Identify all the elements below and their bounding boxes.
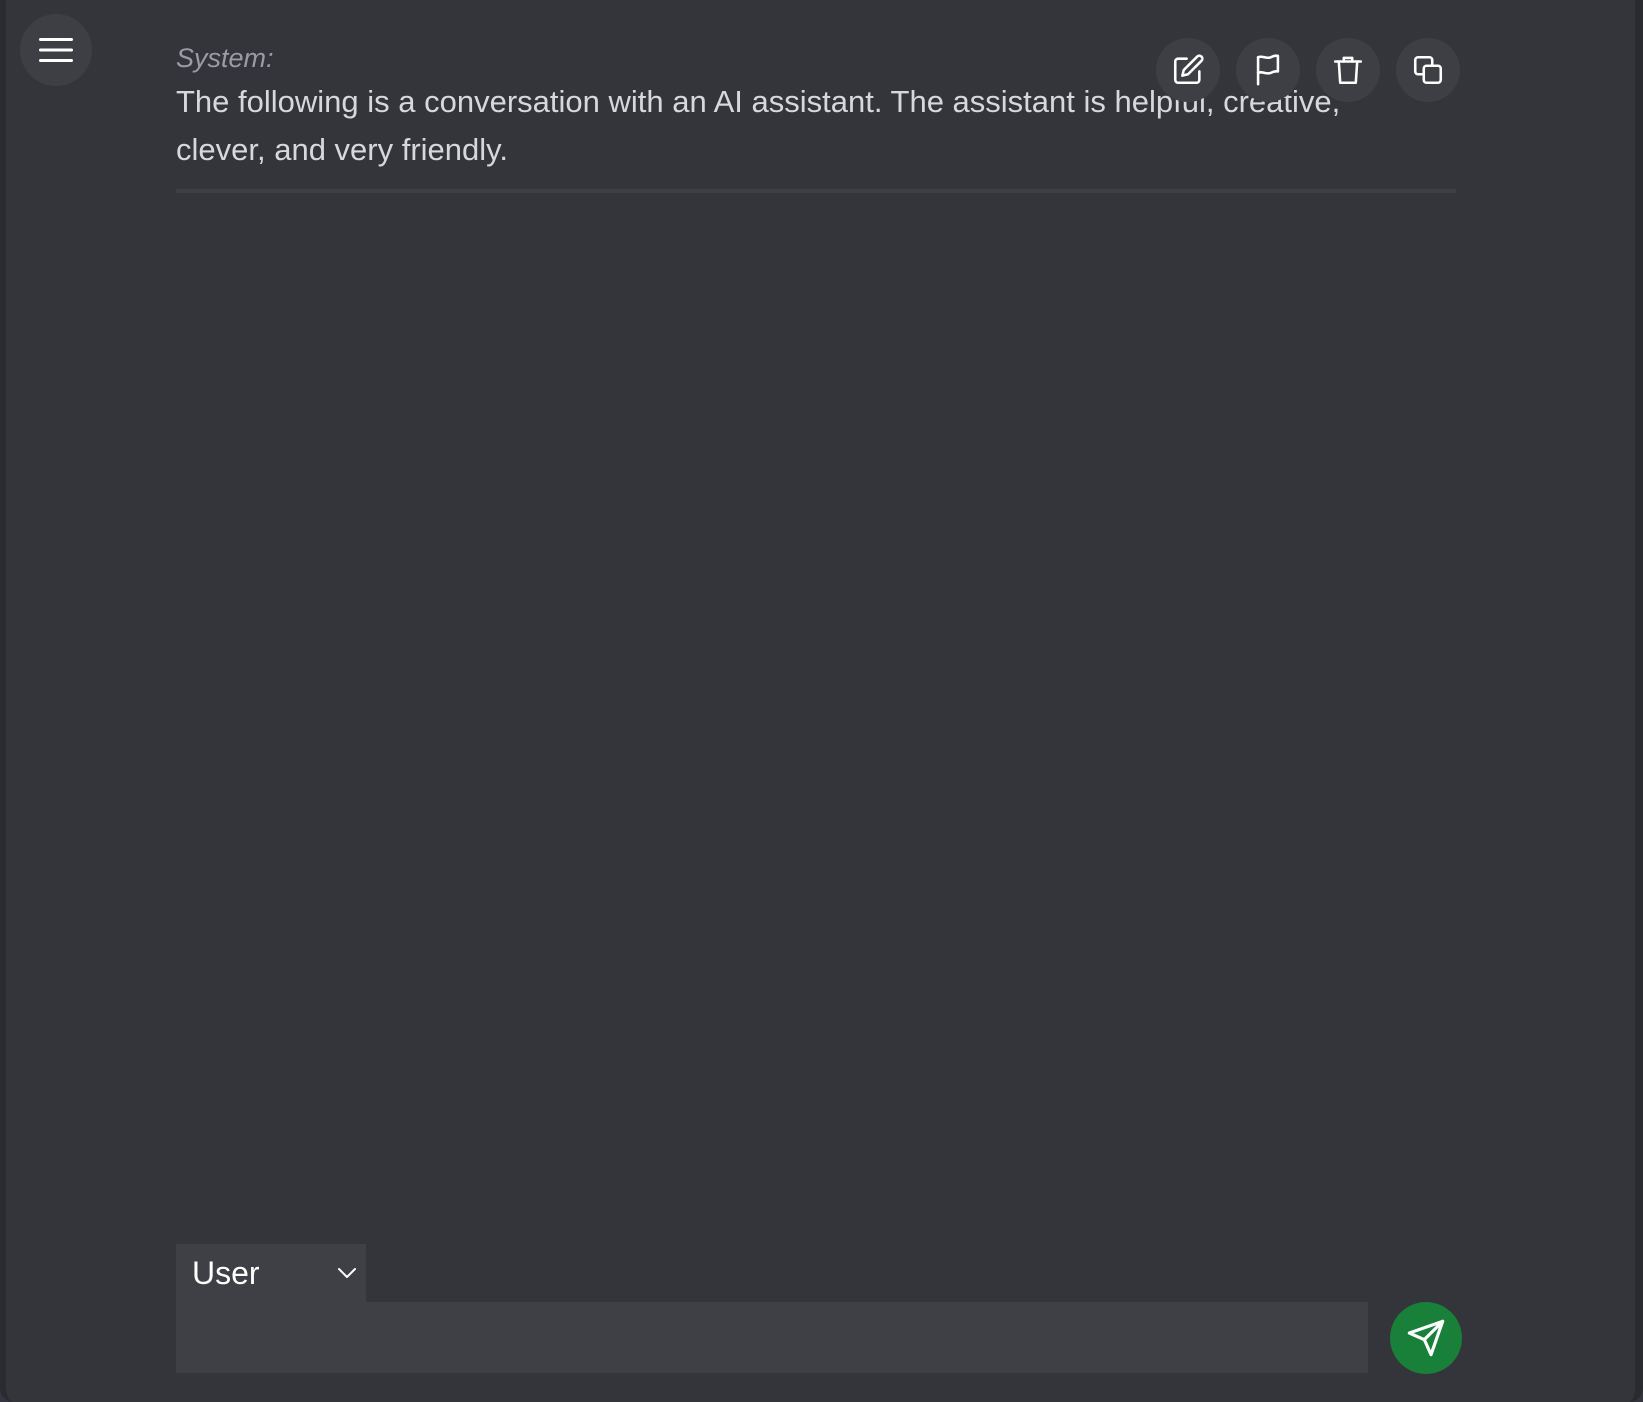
edit-message-button[interactable] [1156,38,1220,102]
chevron-down-icon [338,1268,356,1278]
role-select[interactable]: User [176,1244,366,1302]
menu-button[interactable] [20,14,92,86]
copy-message-button[interactable] [1396,38,1460,102]
send-icon [1407,1319,1445,1357]
flag-message-button[interactable] [1236,38,1300,102]
message-divider [176,189,1456,193]
copy-icon [1413,55,1443,85]
edit-icon [1173,54,1204,85]
message-input[interactable] [176,1302,1368,1373]
role-select-value: User [192,1254,260,1291]
send-button[interactable] [1390,1302,1462,1374]
hamburger-menu-icon [39,38,73,62]
flag-icon [1256,54,1280,86]
trash-icon [1333,56,1363,85]
chat-window: System: The following is a conversation … [0,0,1643,1402]
message-actions [1156,38,1460,102]
delete-message-button[interactable] [1316,38,1380,102]
